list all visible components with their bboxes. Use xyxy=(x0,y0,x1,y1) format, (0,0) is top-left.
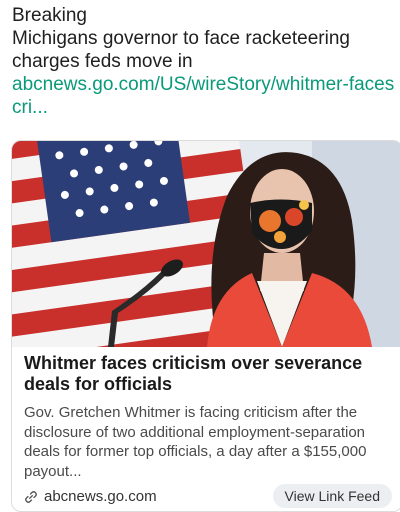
article-title[interactable]: Whitmer faces criticism over severance d… xyxy=(24,353,400,395)
link-preview-card[interactable]: Whitmer faces criticism over severance d… xyxy=(11,140,400,512)
card-footer: abcnews.go.com View Link Feed xyxy=(24,484,392,510)
article-image[interactable] xyxy=(12,141,400,347)
post-link-line-1[interactable]: abcnews.go.com/US/wireStory/whitmer-face… xyxy=(12,73,394,96)
article-description: Gov. Gretchen Whitmer is facing criticis… xyxy=(24,404,367,480)
post-line-headline-2: charges feds move in xyxy=(12,51,193,72)
article-source[interactable]: abcnews.go.com xyxy=(24,488,157,505)
source-domain: abcnews.go.com xyxy=(44,488,157,505)
article-photo xyxy=(12,141,400,347)
view-link-feed-button[interactable]: View Link Feed xyxy=(272,484,392,508)
post-text: Breaking Michigans governor to face rack… xyxy=(12,4,394,119)
post-link-line-2[interactable]: cri... xyxy=(12,96,394,119)
post-line-breaking: Breaking xyxy=(12,5,87,26)
post-line-headline-1: Michigans governor to face racketeering xyxy=(12,28,350,49)
link-icon xyxy=(25,490,37,503)
